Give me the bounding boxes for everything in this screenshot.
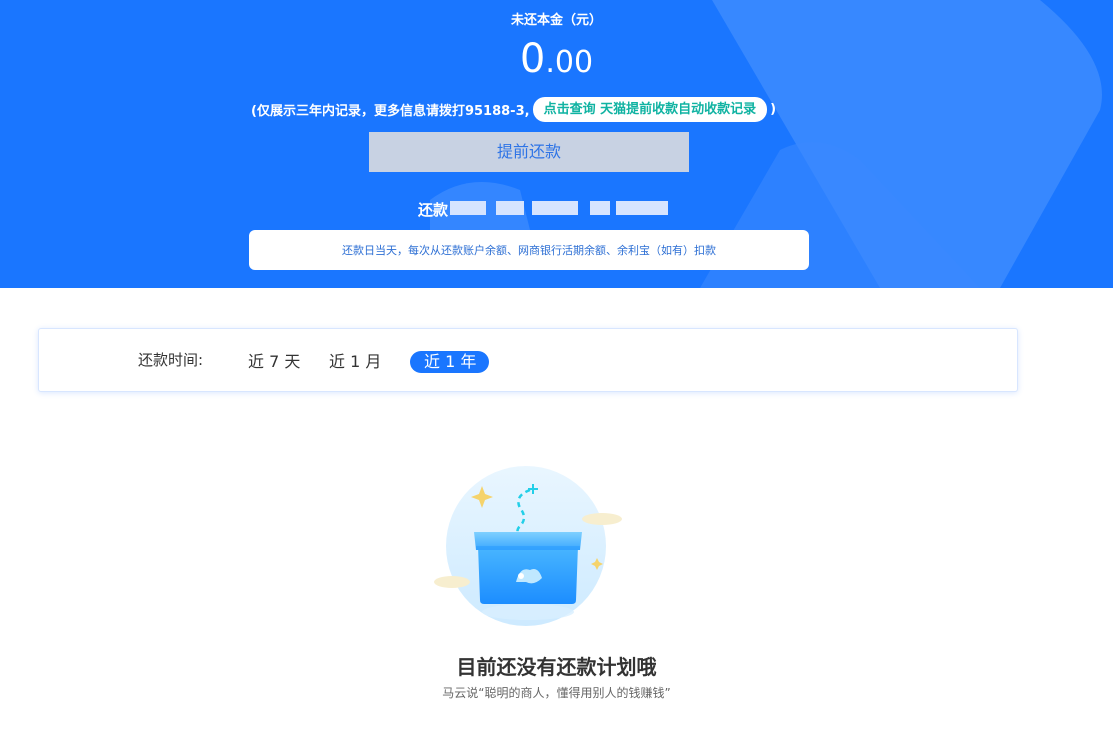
header-banner: 未还本金（元） 0.00 (仅展示三年内记录，更多信息请拨打95188-3, 点…	[0, 0, 1113, 288]
filter-label: 还款时间:	[138, 351, 204, 369]
filter-option-1-month[interactable]: 近 1 月	[329, 351, 381, 373]
empty-box-illustration	[434, 466, 622, 626]
amount-decimal: .00	[545, 45, 594, 80]
page: 未还本金（元） 0.00 (仅展示三年内记录，更多信息请拨打95188-3, 点…	[0, 0, 1113, 745]
filter-option-1-year[interactable]: 近 1 年	[410, 351, 489, 373]
filter-option-7-days[interactable]: 近 7 天	[248, 351, 300, 373]
repay-account-row: 还款	[418, 197, 678, 221]
unpaid-principal-title: 未还本金（元）	[510, 13, 602, 28]
notice-row: (仅展示三年内记录，更多信息请拨打95188-3, 点击查询 天猫提前收款自动收…	[251, 97, 776, 122]
notice-text: (仅展示三年内记录，更多信息请拨打95188-3,	[251, 104, 530, 119]
repay-time-filter: 还款时间: 近 7 天 近 1 月 近 1 年	[38, 328, 1018, 392]
empty-state-title: 目前还没有还款计划哦	[456, 655, 657, 679]
prepay-button[interactable]: 提前还款	[369, 132, 689, 172]
query-records-link[interactable]: 点击查询 天猫提前收款自动收款记录	[532, 97, 768, 122]
empty-state-subtitle: 马云说“聪明的商人，懂得用别人的钱赚钱”	[442, 686, 671, 700]
unpaid-amount: 0.00	[0, 34, 1113, 92]
amount-integer: 0	[519, 36, 546, 82]
notice-close-paren: )	[770, 102, 777, 117]
repay-info-card: 还款日当天，每次从还款账户余额、网商银行活期余额、余利宝（如有）扣款	[249, 230, 809, 270]
masked-account-info	[450, 197, 678, 221]
repay-label: 还款	[418, 200, 449, 219]
